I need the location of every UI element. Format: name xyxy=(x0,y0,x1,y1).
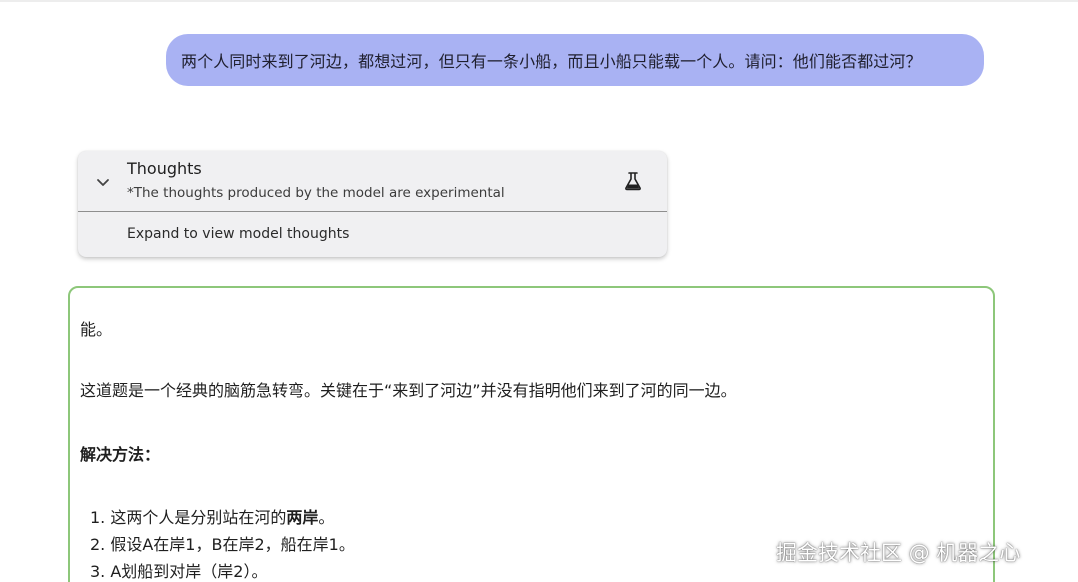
thoughts-subtitle: *The thoughts produced by the model are … xyxy=(127,185,505,201)
user-message-bubble: 两个人同时来到了河边，都想过河，但只有一条小船，而且小船只能载一个人。请问：他们… xyxy=(166,34,984,86)
chevron-down-icon[interactable] xyxy=(96,178,110,188)
list-item: 3. A划船到对岸（岸2）。 xyxy=(90,562,268,581)
user-message-text: 两个人同时来到了河边，都想过河，但只有一条小船，而且小船只能载一个人。请问：他们… xyxy=(181,52,922,71)
thoughts-title: Thoughts xyxy=(127,159,202,178)
answer-paragraph-2: 这道题是一个经典的脑筋急转弯。关键在于“来到了河边”并没有指明他们来到了河的同一… xyxy=(80,381,737,400)
flask-icon xyxy=(625,172,641,191)
list-item: 1. 这两个人是分别站在河的两岸。 xyxy=(90,508,335,527)
answer-steps-list: 1. 这两个人是分别站在河的两岸。 2. 假设A在岸1，B在岸2，船在岸1。 3… xyxy=(90,506,355,582)
expand-thoughts-row[interactable]: Expand to view model thoughts xyxy=(78,213,667,257)
thoughts-panel: Thoughts *The thoughts produced by the m… xyxy=(78,151,667,257)
expand-thoughts-label: Expand to view model thoughts xyxy=(127,226,350,242)
thoughts-header[interactable]: Thoughts *The thoughts produced by the m… xyxy=(78,151,667,212)
top-divider xyxy=(0,0,1078,2)
list-item: 2. 假设A在岸1，B在岸2，船在岸1。 xyxy=(90,535,355,554)
answer-paragraph-1: 能。 xyxy=(80,320,113,339)
watermark: 掘金技术社区 @ 机器之心 xyxy=(776,541,1021,565)
answer-heading: 解决方法： xyxy=(80,445,161,464)
